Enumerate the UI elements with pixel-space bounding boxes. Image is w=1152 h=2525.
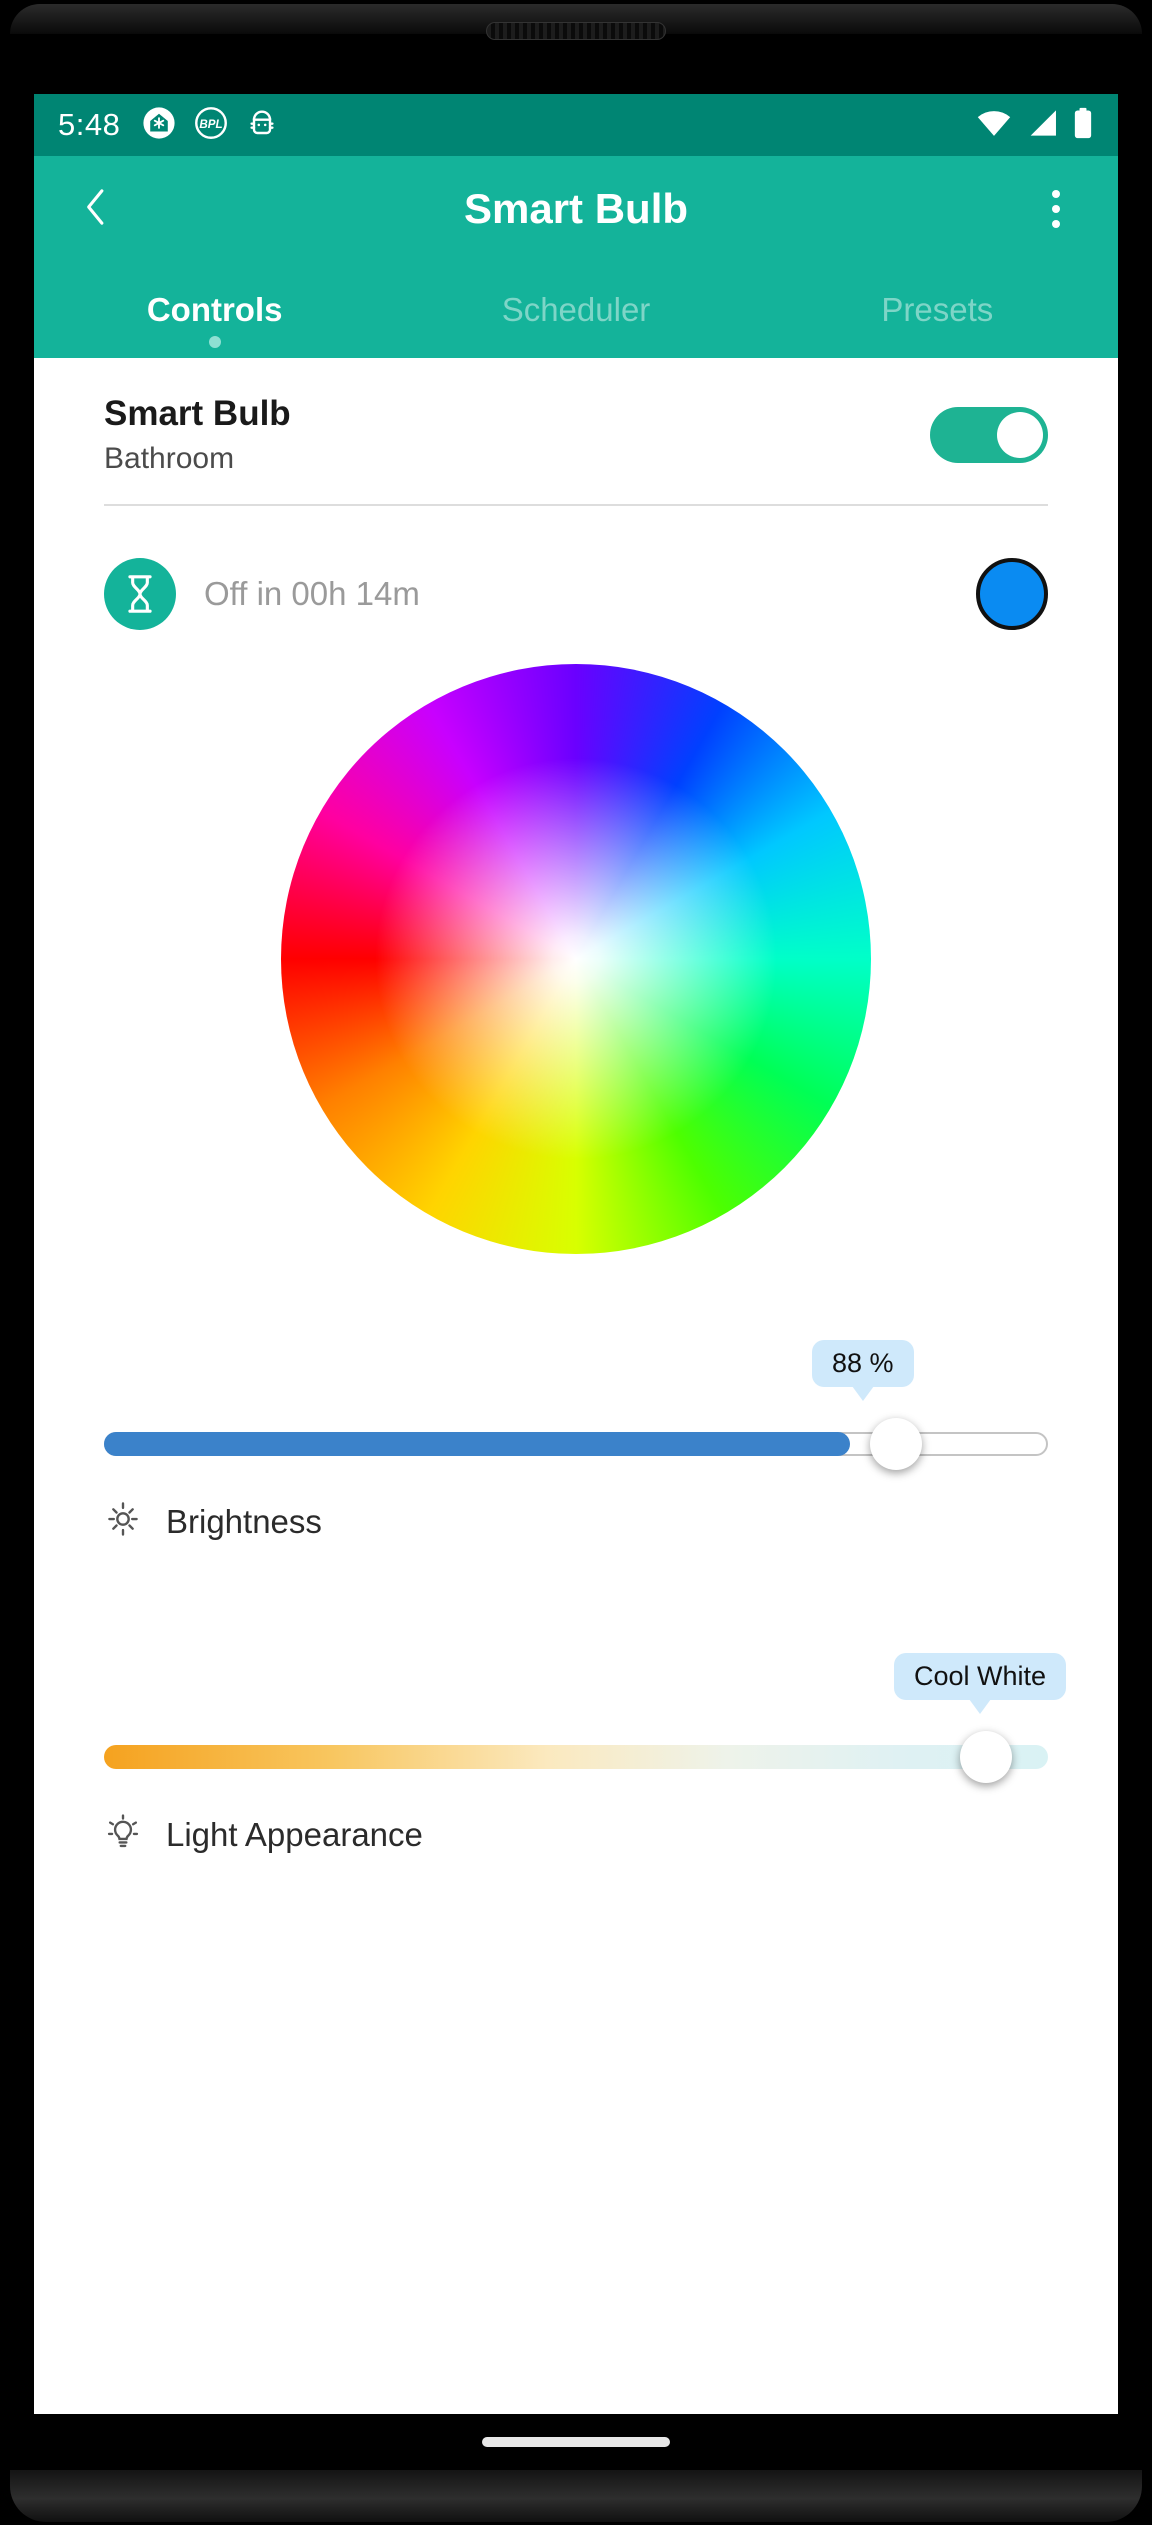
current-color-swatch[interactable] — [976, 558, 1048, 630]
android-bot-icon — [246, 107, 278, 144]
phone-bottom-bezel — [10, 2470, 1142, 2522]
appearance-thumb[interactable] — [960, 1731, 1012, 1783]
tab-bar: Controls Scheduler Presets — [34, 262, 1118, 358]
brightness-slider[interactable] — [104, 1414, 1048, 1474]
battery-icon — [1072, 107, 1094, 144]
hsv-color-wheel[interactable] — [281, 664, 871, 1254]
svg-text:BPL: BPL — [200, 117, 223, 130]
status-system-icons — [976, 107, 1094, 144]
bpl-logo-icon: BPL — [194, 106, 228, 145]
brightness-label: Brightness — [166, 1502, 322, 1540]
status-time: 5:48 — [58, 107, 121, 142]
brightness-control: 88 % Brightness — [68, 1340, 1084, 1543]
back-button[interactable] — [70, 183, 122, 235]
appearance-track — [104, 1745, 1048, 1769]
home-snowflake-icon — [142, 106, 176, 145]
app-bar: Smart Bulb — [34, 156, 1118, 262]
brightness-label-row: Brightness — [104, 1500, 1048, 1543]
tab-presets[interactable]: Presets — [757, 262, 1118, 358]
brightness-track-fill — [104, 1432, 850, 1456]
overflow-menu-button[interactable] — [1030, 179, 1082, 239]
power-toggle[interactable] — [930, 407, 1048, 463]
light-appearance-label: Light Appearance — [166, 1815, 423, 1853]
hourglass-icon[interactable] — [104, 558, 176, 630]
overflow-menu-icon-dot2 — [1052, 205, 1060, 213]
earpiece-speaker — [486, 22, 666, 40]
appearance-tooltip-row: Cool White — [104, 1653, 1067, 1714]
color-wheel-container — [68, 664, 1084, 1254]
appearance-label-row: Light Appearance — [104, 1813, 1048, 1856]
power-toggle-knob — [997, 412, 1043, 458]
cell-signal-icon — [1026, 108, 1058, 143]
gesture-home-pill[interactable] — [482, 2437, 670, 2447]
wifi-icon — [976, 108, 1012, 143]
tab-scheduler[interactable]: Scheduler — [395, 262, 756, 358]
sun-icon — [104, 1500, 142, 1543]
page-title: Smart Bulb — [463, 185, 689, 232]
device-header-row: Smart Bulb Bathroom — [68, 358, 1084, 490]
phone-frame: 5:48 BPL Smart Bulb Controls Scheduler P… — [0, 0, 1152, 2525]
gesture-navigation-bar — [34, 2414, 1118, 2470]
timer-row: Off in 00h 14m — [68, 506, 1084, 630]
timer-text: Off in 00h 14m — [204, 575, 420, 612]
brightness-value-tooltip: 88 % — [812, 1340, 914, 1401]
status-notification-icons: BPL — [142, 106, 278, 145]
brightness-thumb[interactable] — [870, 1418, 922, 1470]
light-appearance-slider[interactable] — [104, 1727, 1048, 1787]
chevron-left-icon — [78, 185, 114, 234]
tab-active-indicator — [34, 336, 395, 348]
lightbulb-icon — [104, 1813, 142, 1856]
device-room: Bathroom — [104, 442, 235, 475]
device-info: Smart Bulb Bathroom — [104, 394, 291, 476]
status-bar: 5:48 BPL — [34, 94, 1118, 156]
overflow-menu-icon-dot3 — [1052, 220, 1060, 228]
phone-screen: 5:48 BPL Smart Bulb Controls Scheduler P… — [34, 94, 1118, 2414]
brightness-tooltip-row: 88 % — [104, 1340, 1048, 1401]
device-name: Smart Bulb — [104, 394, 291, 433]
appearance-value-tooltip: Cool White — [894, 1653, 1067, 1714]
light-appearance-control: Cool White Light Appearance — [68, 1653, 1084, 1856]
controls-panel: Smart Bulb Bathroom Off in 00h 14m 88 % … — [34, 358, 1118, 2414]
overflow-menu-icon — [1052, 190, 1060, 198]
